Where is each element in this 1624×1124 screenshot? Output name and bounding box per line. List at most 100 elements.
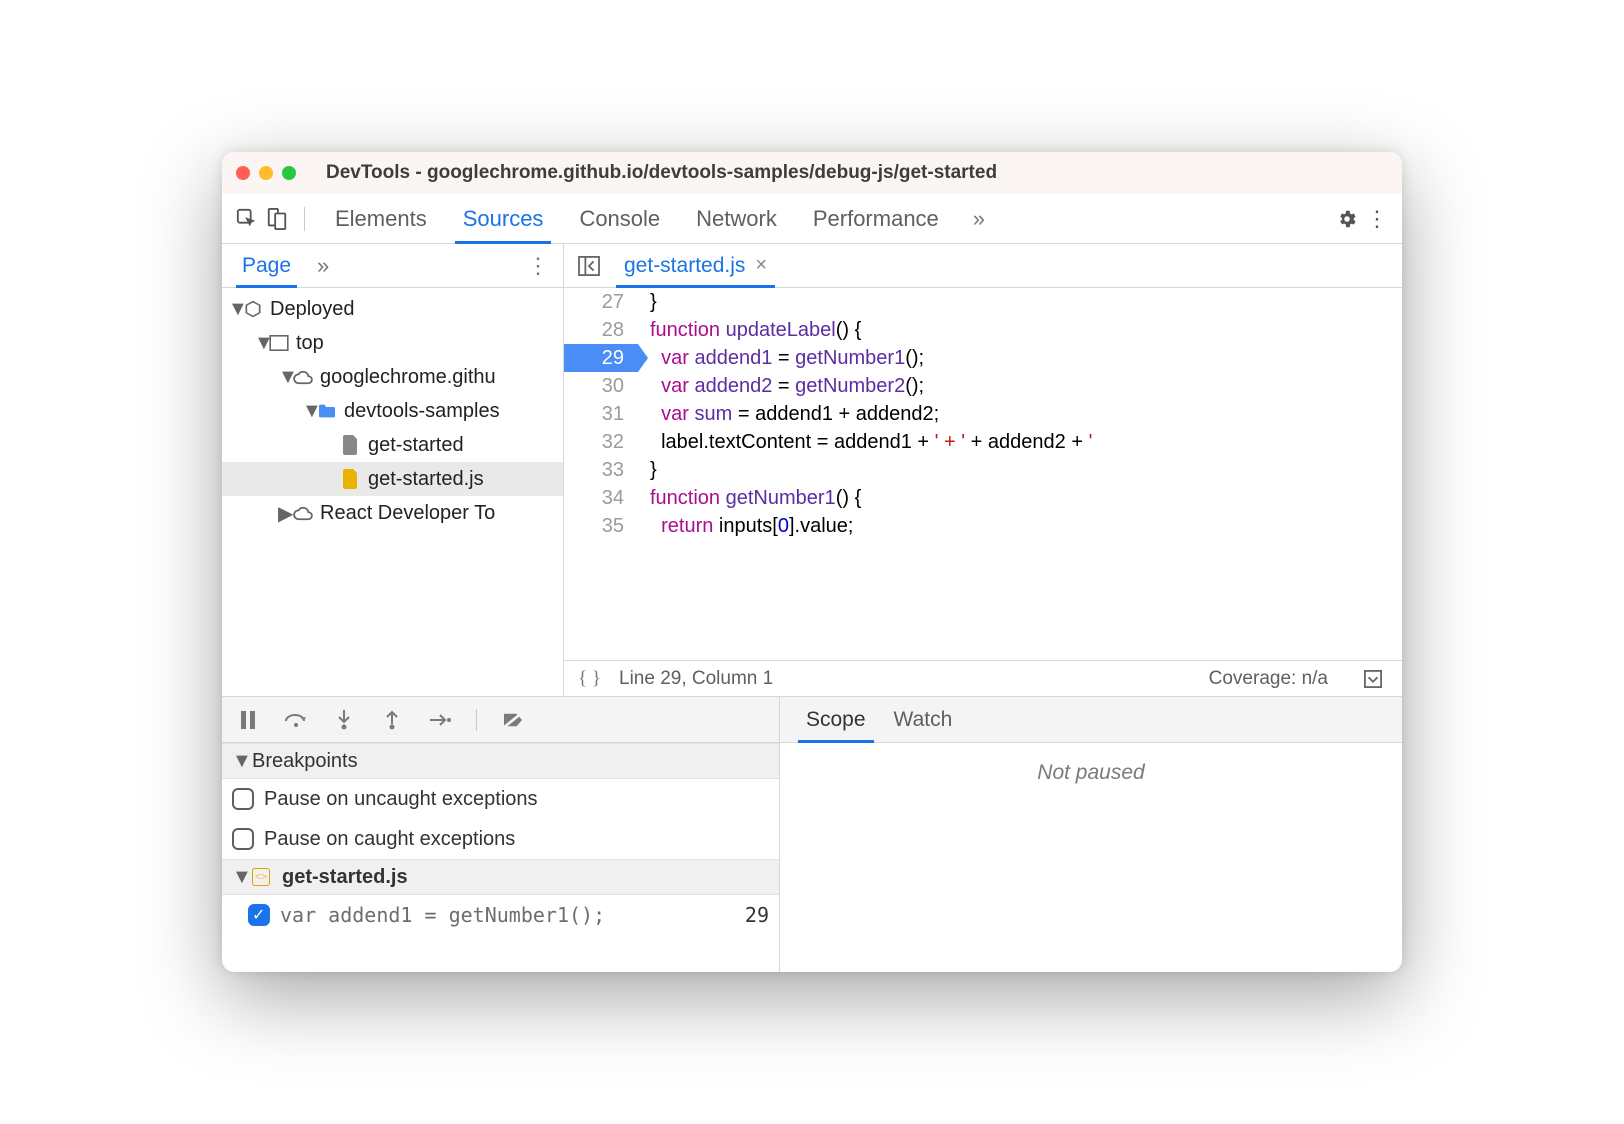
tree-row-file-html[interactable]: get-started: [222, 428, 563, 462]
file-tab-label: get-started.js: [624, 254, 745, 278]
breakpoint-item[interactable]: var addend1 = getNumber1(); 29: [222, 895, 779, 935]
collapse-icon[interactable]: [1358, 664, 1388, 694]
pause-icon[interactable]: [236, 708, 260, 732]
tree-label: googlechrome.githu: [320, 366, 496, 389]
gutter-line[interactable]: 27: [564, 288, 624, 316]
code-editor[interactable]: 272829303132333435 }function updateLabel…: [564, 288, 1402, 660]
code-line[interactable]: var sum = addend1 + addend2;: [650, 400, 1402, 428]
cloud-icon: [292, 366, 314, 388]
navigator-pane: Page » ⋮ ▼ Deployed ▼ top ▼: [222, 244, 564, 696]
checkbox-caught[interactable]: [232, 828, 254, 850]
toggle-navigator-icon[interactable]: [574, 251, 604, 281]
more-navigator-tabs-icon[interactable]: »: [317, 253, 329, 279]
breakpoints-header[interactable]: ▼ Breakpoints: [222, 743, 779, 779]
code-line[interactable]: function updateLabel() {: [650, 316, 1402, 344]
gutter-line[interactable]: 34: [564, 484, 624, 512]
minimize-window-button[interactable]: [259, 166, 273, 180]
tree-row-top[interactable]: ▼ top: [222, 326, 563, 360]
tree-row-origin[interactable]: ▼ googlechrome.githu: [222, 360, 563, 394]
gutter-line[interactable]: 30: [564, 372, 624, 400]
chevron-down-icon: ▼: [232, 866, 246, 889]
breakpoints-pane: ▼ Breakpoints Pause on uncaught exceptio…: [222, 697, 780, 972]
not-paused-message: Not paused: [780, 743, 1402, 972]
editor-pane: get-started.js × 272829303132333435 }fun…: [564, 244, 1402, 696]
gutter-line[interactable]: 35: [564, 512, 624, 540]
chevron-down-icon: ▼: [278, 366, 292, 389]
file-tree: ▼ Deployed ▼ top ▼ googlechrome.githu ▼: [222, 288, 563, 696]
code-line[interactable]: var addend1 = getNumber1();: [650, 344, 1402, 372]
editor-tabbar: get-started.js ×: [564, 244, 1402, 288]
deactivate-breakpoints-icon[interactable]: [501, 708, 525, 732]
inspect-element-icon[interactable]: [232, 204, 262, 234]
tab-elements[interactable]: Elements: [317, 194, 445, 244]
main-tabs: ElementsSourcesConsoleNetworkPerformance…: [222, 194, 1402, 244]
code-line[interactable]: function getNumber1() {: [650, 484, 1402, 512]
navigator-menu-icon[interactable]: ⋮: [523, 251, 553, 281]
code-line[interactable]: var addend2 = getNumber2();: [650, 372, 1402, 400]
checkbox-uncaught[interactable]: [232, 788, 254, 810]
breakpoint-file-label: get-started.js: [282, 866, 408, 889]
tab-scope[interactable]: Scope: [792, 697, 880, 743]
gear-icon[interactable]: [1332, 204, 1362, 234]
more-tabs-icon[interactable]: »: [973, 206, 985, 232]
tree-label: Deployed: [270, 298, 355, 321]
gutter-line[interactable]: 33: [564, 456, 624, 484]
chevron-right-icon: ▶: [278, 501, 292, 526]
close-window-button[interactable]: [236, 166, 250, 180]
tab-network[interactable]: Network: [678, 194, 795, 244]
code-line[interactable]: label.textContent = addend1 + ' + ' + ad…: [650, 428, 1402, 456]
chevron-down-icon: ▼: [254, 332, 268, 355]
navigator-tabbar: Page » ⋮: [222, 244, 563, 288]
tree-row-deployed[interactable]: ▼ Deployed: [222, 292, 563, 326]
pause-uncaught-label: Pause on uncaught exceptions: [264, 788, 538, 811]
pause-caught-row[interactable]: Pause on caught exceptions: [222, 819, 779, 859]
pause-uncaught-row[interactable]: Pause on uncaught exceptions: [222, 779, 779, 819]
close-icon[interactable]: ×: [755, 254, 767, 277]
section-title: Breakpoints: [252, 750, 358, 773]
line-gutter[interactable]: 272829303132333435: [564, 288, 638, 660]
tree-label: get-started: [368, 434, 464, 457]
folder-icon: [316, 400, 338, 422]
code-line[interactable]: }: [650, 456, 1402, 484]
step-into-icon[interactable]: [332, 708, 356, 732]
code-content[interactable]: }function updateLabel() { var addend1 = …: [638, 288, 1402, 660]
step-icon[interactable]: [428, 708, 452, 732]
debugger-pane: ▼ Breakpoints Pause on uncaught exceptio…: [222, 696, 1402, 972]
tree-row-file-js[interactable]: get-started.js: [222, 462, 563, 496]
zoom-window-button[interactable]: [282, 166, 296, 180]
scope-pane: ScopeWatch Not paused: [780, 697, 1402, 972]
breakpoint-line-number: 29: [745, 903, 769, 927]
tree-label: React Developer To: [320, 502, 495, 525]
tree-row-folder[interactable]: ▼ devtools-samples: [222, 394, 563, 428]
code-line[interactable]: }: [650, 288, 1402, 316]
cloud-icon: [292, 502, 314, 524]
tree-label: get-started.js: [368, 468, 484, 491]
file-tab-get-started[interactable]: get-started.js ×: [616, 244, 775, 288]
window-titlebar[interactable]: DevTools - googlechrome.github.io/devtoo…: [222, 152, 1402, 194]
gutter-line[interactable]: 28: [564, 316, 624, 344]
tab-console[interactable]: Console: [561, 194, 678, 244]
tab-watch[interactable]: Watch: [880, 697, 967, 743]
coverage-status: Coverage: n/a: [1209, 668, 1328, 690]
window-title: DevTools - googlechrome.github.io/devtoo…: [326, 162, 997, 184]
tab-sources[interactable]: Sources: [445, 194, 562, 244]
device-toolbar-icon[interactable]: [262, 204, 292, 234]
page-tab[interactable]: Page: [232, 244, 301, 288]
breakpoint-file-header[interactable]: ▼ <> get-started.js: [222, 859, 779, 895]
pause-caught-label: Pause on caught exceptions: [264, 828, 515, 851]
step-over-icon[interactable]: [284, 708, 308, 732]
chevron-down-icon: ▼: [228, 298, 242, 321]
tab-performance[interactable]: Performance: [795, 194, 957, 244]
editor-status-bar: { } Line 29, Column 1 Coverage: n/a: [564, 660, 1402, 696]
pretty-print-icon[interactable]: { }: [578, 668, 601, 690]
step-out-icon[interactable]: [380, 708, 404, 732]
code-line[interactable]: return inputs[0].value;: [650, 512, 1402, 540]
script-badge-icon: <>: [252, 868, 270, 886]
gutter-line[interactable]: 31: [564, 400, 624, 428]
gutter-line[interactable]: 32: [564, 428, 624, 456]
kebab-menu-icon[interactable]: ⋮: [1362, 204, 1392, 234]
tree-row-extension[interactable]: ▶ React Developer To: [222, 496, 563, 530]
gutter-line[interactable]: 29: [564, 344, 638, 372]
checkbox-breakpoint[interactable]: [248, 904, 270, 926]
traffic-lights: [236, 166, 296, 180]
